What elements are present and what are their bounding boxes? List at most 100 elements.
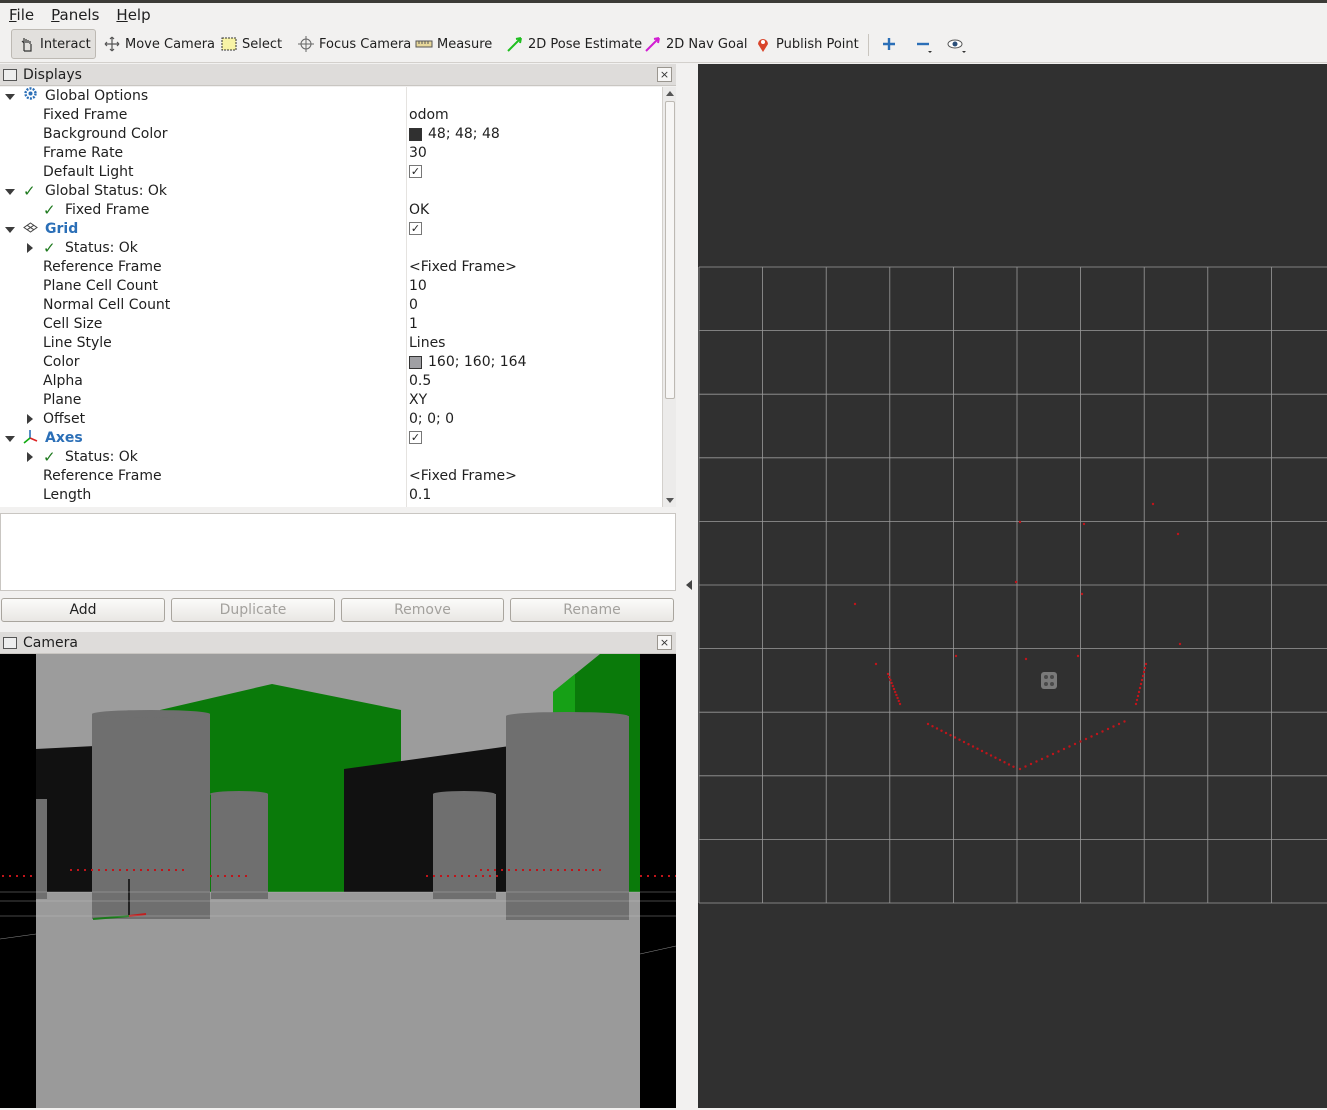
interact-tool-button[interactable]: Interact	[11, 29, 96, 59]
scan-point	[967, 743, 970, 746]
scan-point	[70, 869, 72, 871]
scan-point	[675, 875, 676, 877]
map-pin-icon	[754, 35, 772, 53]
scan-point	[976, 747, 979, 750]
scan-point	[30, 875, 32, 877]
2d-nav-goal-tool-button[interactable]: 2D Nav Goal	[638, 29, 748, 59]
tree-row-default-light[interactable]: Default Light ✓	[0, 163, 662, 182]
scan-point	[1051, 752, 1055, 756]
tree-row-length[interactable]: Length 0.1	[0, 486, 662, 505]
displays-scrollbar[interactable]	[662, 87, 676, 507]
menu-help[interactable]: Help	[107, 5, 158, 25]
column-divider	[406, 87, 407, 507]
scan-point	[1079, 740, 1082, 743]
scan-point	[84, 869, 86, 871]
scan-point	[578, 869, 580, 871]
collapse-arrow-icon[interactable]	[27, 243, 33, 253]
tree-row-global-options[interactable]: Global Options	[0, 87, 662, 106]
duplicate-button[interactable]: Duplicate	[171, 598, 335, 622]
scan-point	[489, 875, 491, 877]
tree-row-background-color[interactable]: Background Color 48; 48; 48	[0, 125, 662, 144]
scan-point	[1144, 662, 1148, 666]
rename-button[interactable]: Rename	[510, 598, 674, 622]
scan-point	[1095, 732, 1099, 736]
scan-point	[599, 869, 601, 871]
scan-point	[1084, 737, 1088, 741]
tree-row-global-status[interactable]: ✓ Global Status: Ok	[0, 182, 662, 201]
menu-file[interactable]: File	[0, 5, 42, 25]
tree-row-grid-reference-frame[interactable]: Reference Frame <Fixed Frame>	[0, 258, 662, 277]
hand-pointer-icon	[18, 35, 36, 53]
3d-render-view[interactable]	[698, 64, 1327, 1108]
tree-row-grid[interactable]: Grid ✓	[0, 220, 662, 239]
toolbar-separator	[868, 34, 869, 56]
tree-row-cell-size[interactable]: Cell Size 1	[0, 315, 662, 334]
camera-panel-title: Camera	[23, 634, 78, 651]
remove-tool-button[interactable]	[908, 29, 936, 59]
scroll-up-arrow-icon[interactable]	[666, 91, 674, 96]
scan-point	[245, 875, 247, 877]
measure-tool-button[interactable]: Measure	[409, 29, 492, 59]
toolbar: Interact Move Camera Select Focus Camera…	[0, 26, 1327, 63]
remove-button[interactable]: Remove	[341, 598, 504, 622]
expand-arrow-icon[interactable]	[5, 436, 15, 442]
scan-point	[522, 869, 524, 871]
tree-row-axes-reference-frame[interactable]: Reference Frame <Fixed Frame>	[0, 467, 662, 486]
eye-icon	[946, 35, 966, 53]
collapse-arrow-icon[interactable]	[27, 414, 33, 424]
default-light-checkbox[interactable]: ✓	[409, 165, 422, 178]
scan-point	[1139, 682, 1143, 686]
expand-arrow-icon[interactable]	[5, 227, 15, 233]
scan-point	[175, 869, 177, 871]
scan-point	[529, 869, 531, 871]
publish-point-tool-button[interactable]: Publish Point	[748, 29, 859, 59]
camera-close-button[interactable]: ×	[657, 635, 672, 650]
camera-panel-header: Camera ×	[0, 632, 676, 654]
2d-pose-estimate-tool-button[interactable]: 2D Pose Estimate	[500, 29, 642, 59]
collapse-arrow-icon[interactable]	[27, 452, 33, 462]
move-camera-tool-button[interactable]: Move Camera	[97, 29, 215, 59]
displays-close-button[interactable]: ×	[657, 67, 672, 82]
menu-panels[interactable]: Panels	[42, 5, 107, 25]
scan-point	[1080, 592, 1084, 596]
scan-point	[1073, 742, 1077, 746]
scan-point	[592, 869, 594, 871]
tree-row-plane[interactable]: Plane XY	[0, 391, 662, 410]
tree-row-fixed-frame[interactable]: Fixed Frame odom	[0, 106, 662, 125]
view-options-tool-button[interactable]	[940, 29, 970, 59]
tree-row-status-fixed-frame[interactable]: ✓ Fixed Frame OK	[0, 201, 662, 220]
grid-enabled-checkbox[interactable]: ✓	[409, 222, 422, 235]
tree-row-grid-status[interactable]: ✓ Status: Ok	[0, 239, 662, 258]
tree-row-normal-cell-count[interactable]: Normal Cell Count 0	[0, 296, 662, 315]
scan-point	[496, 875, 498, 877]
expand-arrow-icon[interactable]	[5, 94, 15, 100]
tree-row-axes-status[interactable]: ✓ Status: Ok	[0, 448, 662, 467]
scrollbar-thumb[interactable]	[665, 101, 675, 399]
focus-camera-tool-button[interactable]: Focus Camera	[291, 29, 411, 59]
camera-image-view[interactable]	[0, 654, 676, 1108]
scan-point	[1029, 762, 1033, 766]
displays-tree: Global Options Fixed Frame odom Backgrou…	[0, 87, 662, 507]
tree-row-frame-rate[interactable]: Frame Rate 30	[0, 144, 662, 163]
tree-row-axes[interactable]: Axes ✓	[0, 429, 662, 448]
scan-point	[1140, 678, 1144, 682]
tree-row-plane-cell-count[interactable]: Plane Cell Count 10	[0, 277, 662, 296]
scan-point	[238, 875, 240, 877]
displays-panel-header: Displays ×	[0, 64, 676, 86]
scan-point	[896, 696, 899, 700]
expand-arrow-icon[interactable]	[5, 189, 15, 195]
tree-row-alpha[interactable]: Alpha 0.5	[0, 372, 662, 391]
scroll-down-arrow-icon[interactable]	[666, 498, 674, 503]
tree-row-offset[interactable]: Offset 0; 0; 0	[0, 410, 662, 429]
add-button[interactable]: Add	[1, 598, 165, 622]
scan-point	[585, 869, 587, 871]
scan-point	[1076, 654, 1080, 658]
scan-point	[874, 662, 878, 666]
axes-enabled-checkbox[interactable]: ✓	[409, 431, 422, 444]
add-tool-button[interactable]	[874, 29, 900, 59]
tree-row-line-style[interactable]: Line Style Lines	[0, 334, 662, 353]
select-tool-button[interactable]: Select	[214, 29, 282, 59]
scan-point	[91, 869, 93, 871]
collapse-panel-arrow-icon[interactable]	[686, 580, 692, 590]
tree-row-grid-color[interactable]: Color 160; 160; 164	[0, 353, 662, 372]
